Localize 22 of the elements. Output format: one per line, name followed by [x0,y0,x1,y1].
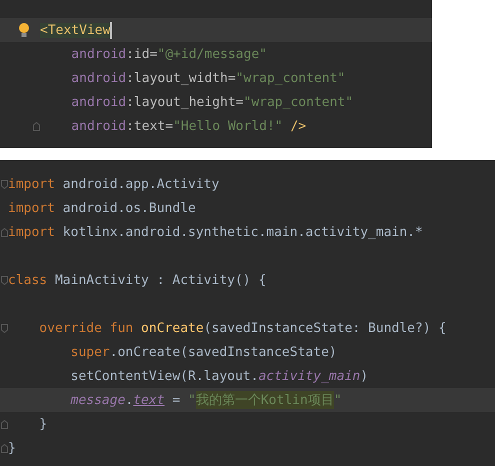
code-line: override fun onCreate(savedInstanceState: Bundle?) { [38,320,446,337]
code-line: android:id="@+id/message" [70,46,267,63]
code-line: message.text = "我的第一个Kotlin项目" [70,391,342,409]
code-line: } [38,416,48,433]
code-line: super.onCreate(savedInstanceState) [70,344,337,361]
fold-icon[interactable] [1,324,8,332]
code-line: class MainActivity : Activity() { [8,272,266,289]
fold-icon[interactable] [1,444,8,452]
code-line: import kotlinx.android.synthetic.main.activity_main.* [8,224,423,241]
code-line: setContentView(R.layout.activity_main) [70,368,368,385]
code-line: android:layout_height="wrap_content" [70,94,354,111]
code-line: import android.os.Bundle [8,200,196,217]
fold-icon[interactable] [1,180,8,188]
fold-icon[interactable] [1,228,8,236]
lightbulb-icon[interactable] [18,22,30,38]
code-line: import android.app.Activity [8,176,220,193]
fold-icon[interactable] [1,276,8,284]
code-line: android:text="Hello World!" /> [70,118,306,135]
code-line: } [8,440,16,457]
code-line: android:layout_width="wrap_content" [70,70,346,87]
fold-icon[interactable] [1,420,8,428]
fold-icon[interactable] [33,122,40,130]
